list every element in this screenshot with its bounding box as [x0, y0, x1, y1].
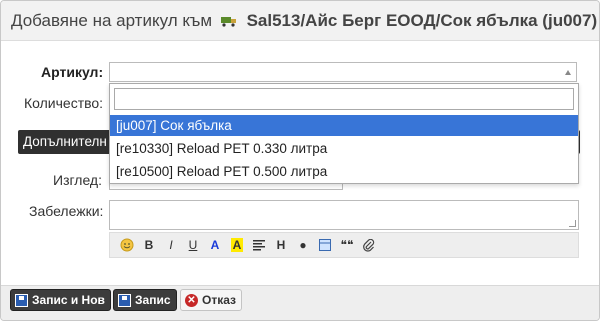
cancel-button[interactable]: ✕ Отказ [180, 289, 243, 311]
dropdown-option[interactable]: [re10500] Reload PET 0.500 литра [110, 161, 578, 182]
bold-button[interactable]: B [138, 235, 160, 255]
text-color-button[interactable]: A [204, 235, 226, 255]
article-dropdown: [ju007] Сок ябълка [re10330] Reload PET … [109, 83, 579, 184]
dialog-title: Добавяне на артикул към Sal513/Айс Берг … [11, 11, 597, 31]
align-icon[interactable] [248, 235, 270, 255]
quantity-label: Количество: [24, 95, 104, 111]
save-and-new-button[interactable]: Запис и Нов [10, 289, 111, 311]
highlight-label: A [230, 238, 244, 252]
resize-grip-icon[interactable] [569, 220, 576, 227]
truck-icon [220, 16, 236, 27]
title-code: Sal513/Айс Берг ЕООД/Сок ябълка (ju007) [246, 10, 598, 30]
attachment-icon[interactable] [358, 235, 380, 255]
editor-toolbar: B I U A A H ● ❝❝ [109, 232, 579, 258]
dropdown-search-input[interactable] [114, 88, 574, 110]
quote-button[interactable]: ❝❝ [336, 235, 358, 255]
cancel-label: Отказ [202, 293, 237, 307]
cancel-icon: ✕ [185, 293, 198, 307]
italic-button[interactable]: I [160, 235, 182, 255]
save-button[interactable]: Запис [113, 289, 177, 311]
heading-button[interactable]: H [270, 235, 292, 255]
highlight-button[interactable]: A [226, 235, 248, 255]
dropdown-option[interactable]: [ju007] Сок ябълка [110, 115, 578, 136]
article-select[interactable] [109, 62, 577, 82]
save-label: Запис [135, 293, 171, 307]
bullet-button[interactable]: ● [292, 235, 314, 255]
save-icon [15, 293, 28, 307]
notes-label: Забележки: [29, 203, 104, 219]
article-label: Артикул: [41, 64, 104, 80]
section-header-label: Допълнителн [23, 134, 107, 149]
table-icon[interactable] [314, 235, 336, 255]
add-article-dialog: Добавяне на артикул към Sal513/Айс Берг … [0, 0, 600, 321]
save-and-new-label: Запис и Нов [32, 293, 105, 307]
save-icon [118, 293, 131, 307]
notes-textarea[interactable] [109, 200, 579, 230]
select-arrow-icon[interactable] [565, 70, 571, 75]
dropdown-option[interactable]: [re10330] Reload PET 0.330 литра [110, 138, 578, 159]
emoji-icon[interactable] [116, 235, 138, 255]
underline-button[interactable]: U [182, 235, 204, 255]
view-label: Изглед: [53, 172, 102, 188]
dialog-titlebar: Добавяне на артикул към Sal513/Айс Берг … [1, 1, 599, 41]
title-prefix: Добавяне на артикул към [11, 10, 213, 30]
